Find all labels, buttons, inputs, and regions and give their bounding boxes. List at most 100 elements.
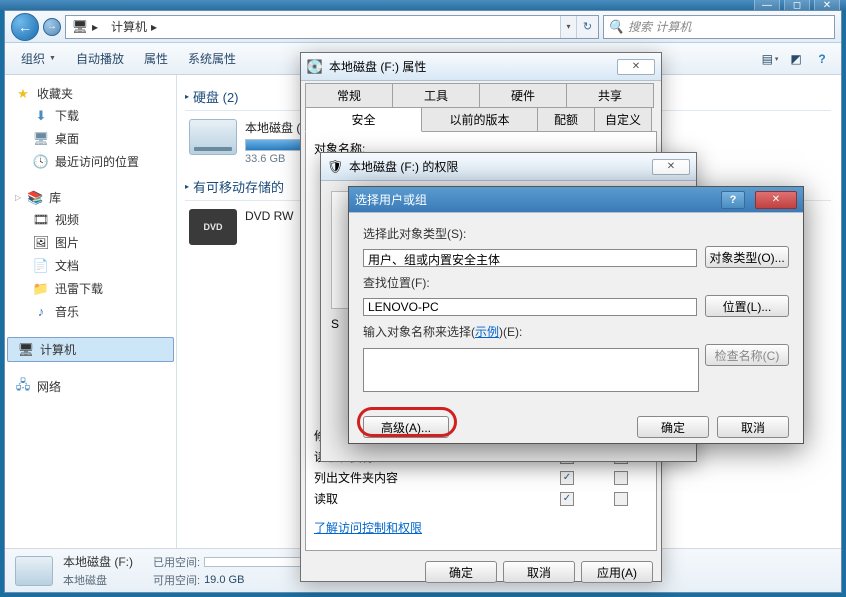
statusbar-used-bar [204, 557, 304, 567]
search-icon: 🔍 [608, 19, 624, 35]
sidebar-item-recent[interactable]: 🕓最近访问的位置 [5, 150, 176, 173]
perm-read-allow[interactable]: ✓ [560, 492, 574, 506]
sidebar-item-music[interactable]: ♪音乐 [5, 300, 176, 323]
recent-icon: 🕓 [33, 154, 49, 170]
arrow-left-icon: ← [18, 19, 32, 35]
arrow-right-icon: ← [47, 21, 57, 32]
dvd-name: DVD RW [245, 209, 293, 223]
tab-customize[interactable]: 自定义 [594, 107, 652, 132]
statusbar-used-label: 已用空间: [153, 554, 200, 570]
properties-dialog-title[interactable]: 💽 本地磁盘 (F:) 属性 ✕ [301, 53, 661, 81]
select-cancel-button[interactable]: 取消 [717, 416, 789, 438]
back-button[interactable]: ← [11, 13, 39, 41]
sidebar-item-pictures[interactable]: 🖼图片 [5, 231, 176, 254]
nav-bar: ← ← 🖥▸ 计算机 ▸ ▾ ↻ 🔍 搜索 计算机 [5, 11, 841, 43]
perm-read: 读取✓ [314, 488, 648, 509]
statusbar-free-value: 19.0 GB [204, 574, 244, 586]
tab-tools[interactable]: 工具 [392, 83, 480, 108]
sidebar: ★收藏夹 ⬇下载 🖥桌面 🕓最近访问的位置 ▷📚库 🎞视频 🖼图片 📄文档 📁迅… [5, 75, 177, 548]
document-icon: 📄 [33, 258, 49, 274]
sidebar-item-computer[interactable]: 🖥计算机 [7, 337, 174, 362]
select-help-button[interactable]: ? [721, 191, 745, 209]
sidebar-item-videos[interactable]: 🎞视频 [5, 208, 176, 231]
folder-icon: 📁 [33, 281, 49, 297]
dvd-icon: DVD [189, 209, 237, 245]
statusbar-drive-icon [15, 556, 53, 586]
breadcrumb-root[interactable]: 🖥▸ [66, 16, 105, 38]
sidebar-favorites-header[interactable]: ★收藏夹 [5, 83, 176, 104]
music-icon: ♪ [33, 304, 49, 320]
perm-list-folder: 列出文件夹内容✓ [314, 467, 648, 488]
select-ok-button[interactable]: 确定 [637, 416, 709, 438]
object-type-label: 选择此对象类型(S): [363, 225, 466, 242]
refresh-button[interactable]: ↻ [576, 16, 598, 38]
toolbar-autoplay[interactable]: 自动播放 [68, 46, 132, 71]
properties-dialog-buttons: 确定 取消 应用(A) [301, 555, 661, 589]
tab-security[interactable]: 安全 [305, 107, 422, 132]
tab-general[interactable]: 常规 [305, 83, 393, 108]
select-user-body: 选择此对象类型(S): 用户、组或内置安全主体 对象类型(O)... 查找位置(… [349, 213, 803, 408]
properties-close-button[interactable]: ✕ [617, 59, 655, 75]
breadcrumb-computer[interactable]: 计算机 ▸ [105, 16, 164, 38]
statusbar-free-label: 可用空间: [153, 572, 200, 588]
drive-icon [189, 119, 237, 155]
examples-link[interactable]: 示例 [475, 325, 499, 339]
toolbar-system-properties[interactable]: 系统属性 [180, 46, 244, 71]
properties-ok-button[interactable]: 确定 [425, 561, 497, 583]
select-user-actions: 高级(A)... 确定 取消 [349, 408, 803, 450]
preview-pane-icon[interactable]: ◩ [785, 48, 807, 70]
library-icon: 📚 [27, 190, 43, 206]
breadcrumb[interactable]: 🖥▸ 计算机 ▸ ▾ ↻ [65, 15, 599, 39]
name-input-label: 输入对象名称来选择(示例)(E): [363, 323, 522, 340]
sidebar-item-thunder[interactable]: 📁迅雷下载 [5, 277, 176, 300]
breadcrumb-dropdown[interactable]: ▾ [560, 16, 576, 38]
properties-tabs: 常规 工具 硬件 共享 安全 以前的版本 配额 自定义 [301, 81, 661, 131]
location-button[interactable]: 位置(L)... [705, 295, 789, 317]
perm-list-deny[interactable] [614, 471, 628, 485]
video-icon: 🎞 [33, 212, 49, 228]
sidebar-item-desktop[interactable]: 🖥桌面 [5, 127, 176, 150]
sidebar-libraries-header[interactable]: ▷📚库 [5, 187, 176, 208]
object-type-field: 用户、组或内置安全主体 [363, 249, 697, 267]
desktop-icon: 🖥 [33, 131, 49, 147]
select-user-dialog-title[interactable]: 选择用户或组 ? ✕ [349, 187, 803, 213]
perm-read-deny[interactable] [614, 492, 628, 506]
object-types-button[interactable]: 对象类型(O)... [705, 246, 789, 268]
search-input[interactable]: 🔍 搜索 计算机 [603, 15, 835, 39]
sidebar-item-documents[interactable]: 📄文档 [5, 254, 176, 277]
search-placeholder: 搜索 计算机 [628, 18, 691, 35]
sidebar-item-downloads[interactable]: ⬇下载 [5, 104, 176, 127]
download-icon: ⬇ [33, 108, 49, 124]
shield-icon: 🛡 [327, 159, 343, 175]
view-icon[interactable]: ▤▾ [759, 48, 781, 70]
permissions-dialog-title[interactable]: 🛡 本地磁盘 (F:) 的权限 ✕ [321, 153, 696, 181]
computer-icon: 🖥 [18, 342, 34, 358]
statusbar-drive-name: 本地磁盘 (F:) [63, 553, 133, 570]
location-field: LENOVO-PC [363, 298, 697, 316]
tab-sharing[interactable]: 共享 [566, 83, 654, 108]
learn-permissions-link[interactable]: 了解访问控制和权限 [314, 521, 422, 535]
advanced-button[interactable]: 高级(A)... [363, 416, 449, 438]
toolbar-organize[interactable]: 组织▼ [13, 46, 64, 71]
properties-cancel-button[interactable]: 取消 [503, 561, 575, 583]
tab-hardware[interactable]: 硬件 [479, 83, 567, 108]
location-label: 查找位置(F): [363, 274, 430, 291]
select-close-button[interactable]: ✕ [755, 191, 797, 209]
permissions-close-button[interactable]: ✕ [652, 159, 690, 175]
toolbar-properties[interactable]: 属性 [136, 46, 176, 71]
perm-list-allow[interactable]: ✓ [560, 471, 574, 485]
drive-icon: 💽 [307, 59, 323, 75]
tab-quota[interactable]: 配额 [537, 107, 595, 132]
picture-icon: 🖼 [33, 235, 49, 251]
select-user-dialog: 选择用户或组 ? ✕ 选择此对象类型(S): 用户、组或内置安全主体 对象类型(… [348, 186, 804, 444]
check-names-button[interactable]: 检查名称(C) [705, 344, 789, 366]
properties-apply-button[interactable]: 应用(A) [581, 561, 653, 583]
object-name-input[interactable] [363, 348, 699, 392]
tab-previous-versions[interactable]: 以前的版本 [421, 107, 538, 132]
sidebar-network-header[interactable]: 🖧网络 [5, 376, 176, 397]
network-icon: 🖧 [15, 379, 31, 395]
forward-button[interactable]: ← [43, 18, 61, 36]
help-icon[interactable]: ? [811, 48, 833, 70]
star-icon: ★ [15, 86, 31, 102]
statusbar-drive-type: 本地磁盘 [63, 572, 133, 588]
